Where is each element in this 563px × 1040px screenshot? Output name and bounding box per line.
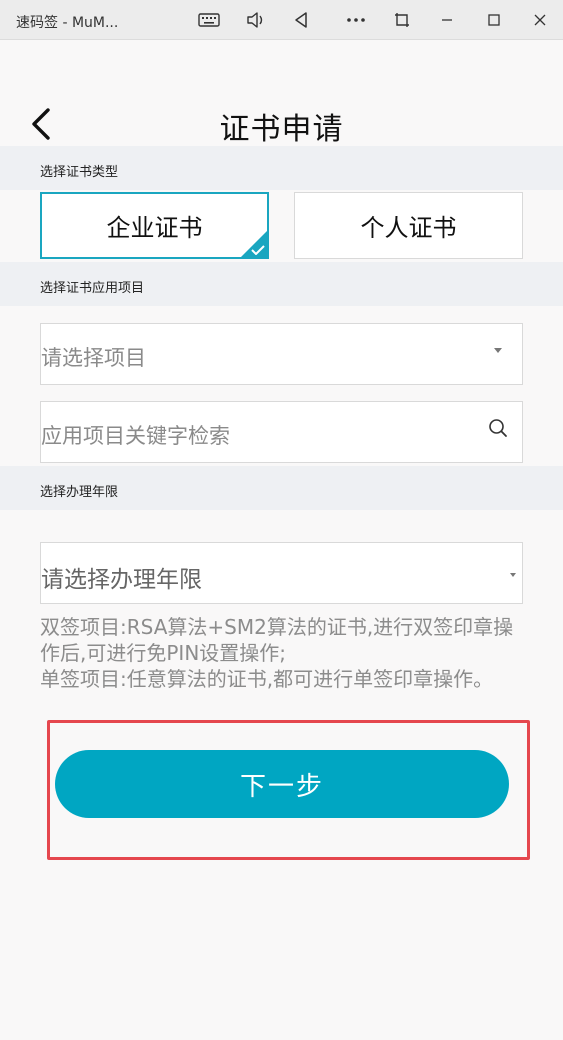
window-title: 速码签 - MuM... bbox=[16, 15, 119, 31]
section-label-duration: 选择办理年限 bbox=[40, 485, 119, 500]
personal-cert-label: 个人证书 bbox=[360, 214, 457, 242]
duration-select[interactable]: 请选择办理年限 bbox=[40, 542, 523, 604]
minimize-icon[interactable] bbox=[435, 8, 459, 32]
project-search-placeholder: 应用项目关键字检索 bbox=[41, 424, 230, 448]
section-duration: 选择办理年限 bbox=[0, 466, 563, 510]
page-title: 证书申请 bbox=[219, 112, 344, 147]
section-label-cert-type: 选择证书类型 bbox=[40, 165, 119, 180]
enterprise-cert-label: 企业证书 bbox=[106, 214, 203, 242]
enterprise-cert-option[interactable]: 企业证书 bbox=[40, 192, 269, 259]
note-dual-sign: 双签项目:RSA算法+SM2算法的证书,进行双签印章操作后,可进行免PIN设置操… bbox=[40, 615, 514, 665]
screenshot-icon[interactable] bbox=[390, 8, 414, 32]
section-label-project: 选择证书应用项目 bbox=[40, 281, 145, 296]
chevron-down-icon bbox=[494, 348, 502, 353]
project-search-input[interactable]: 应用项目关键字检索 bbox=[40, 401, 523, 463]
volume-icon[interactable] bbox=[244, 8, 268, 32]
project-select[interactable]: 请选择项目 bbox=[40, 323, 523, 385]
search-icon[interactable] bbox=[488, 418, 508, 438]
personal-cert-option[interactable]: 个人证书 bbox=[294, 192, 523, 259]
section-cert-type: 选择证书类型 bbox=[0, 146, 563, 190]
maximize-icon[interactable] bbox=[482, 8, 506, 32]
project-select-placeholder: 请选择项目 bbox=[41, 346, 146, 370]
window-titlebar: 速码签 - MuM... bbox=[0, 0, 563, 40]
close-icon[interactable] bbox=[528, 8, 552, 32]
chevron-down-icon bbox=[510, 573, 516, 577]
next-step-button[interactable]: 下一步 bbox=[55, 750, 509, 818]
more-icon[interactable] bbox=[344, 8, 368, 32]
duration-select-placeholder: 请选择办理年限 bbox=[41, 567, 202, 593]
note-single-sign: 单签项目:任意算法的证书,都可进行单签印章操作。 bbox=[40, 667, 494, 691]
check-icon bbox=[251, 245, 265, 255]
section-project: 选择证书应用项目 bbox=[0, 262, 563, 306]
keyboard-icon[interactable] bbox=[197, 8, 221, 32]
back-triangle-icon[interactable] bbox=[289, 8, 313, 32]
signing-notes: 双签项目:RSA算法+SM2算法的证书,进行双签印章操作后,可进行免PIN设置操… bbox=[40, 614, 530, 692]
